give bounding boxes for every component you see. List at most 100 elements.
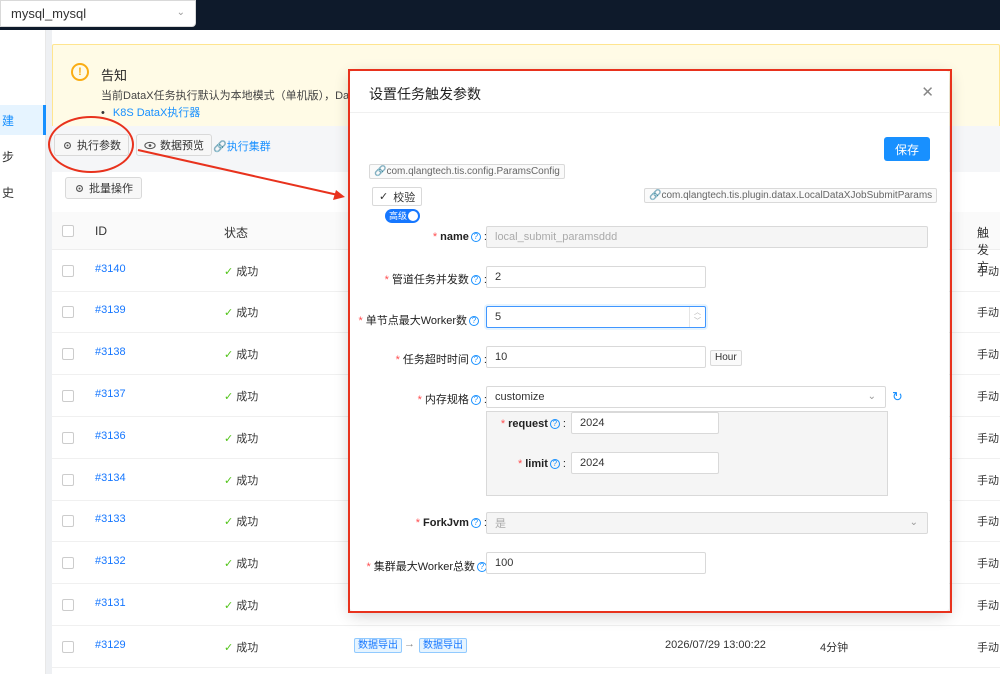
exec-cluster-link[interactable]: 🔗执行集群 [213, 138, 271, 154]
fork-jvm-select[interactable]: 是 ⌄ [486, 512, 928, 534]
help-icon: ? [549, 459, 560, 469]
notice-title: 告知 [101, 68, 128, 83]
chevron-down-icon: ⌄ [867, 391, 876, 402]
menu-item-sync[interactable]: 步 [0, 141, 46, 171]
row-checkbox[interactable] [62, 599, 74, 611]
advanced-toggle[interactable]: 高级 [385, 209, 420, 223]
warning-icon: ! [71, 63, 89, 81]
row-duration: 4分钟 [820, 642, 849, 654]
save-button[interactable]: 保存 [884, 137, 930, 161]
col-id: ID [95, 224, 107, 238]
select-all-checkbox[interactable] [62, 225, 74, 237]
task-timeout-input[interactable]: 10 [486, 346, 706, 368]
row-id-link[interactable]: #3132 [95, 555, 126, 567]
check-icon: ✓ [224, 433, 234, 445]
name-label: * name? : [432, 231, 487, 243]
limit-input[interactable]: 2024 [571, 452, 719, 474]
dialog-title: 设置任务触发参数 [369, 86, 481, 102]
row-status: ✓ 成功 [224, 266, 259, 278]
row-status: ✓ 成功 [224, 516, 259, 528]
help-icon: ? [470, 518, 481, 528]
name-input[interactable]: local_submit_paramsddd [486, 226, 928, 248]
notice-text: 当前DataX任务执行默认为本地模式（单机版），DataX [101, 90, 366, 102]
row-checkbox[interactable] [62, 474, 74, 486]
row-status: ✓ 成功 [224, 433, 259, 445]
pipeline-concurrency-input[interactable]: 2 [486, 266, 706, 288]
row-id-link[interactable]: #3139 [95, 304, 126, 316]
row-checkbox[interactable] [62, 306, 74, 318]
datasource-select[interactable]: mysql_mysql ⌄ [0, 0, 196, 27]
row-id-link[interactable]: #3136 [95, 430, 126, 442]
close-icon[interactable]: ✕ [921, 83, 934, 101]
verify-button[interactable]: ✓ 校验 [372, 187, 423, 206]
help-icon: ? [469, 316, 479, 326]
table-row[interactable]: #3129 ✓ 成功 数据导出 → 数据导出 2026/07/29 13:00:2… [52, 627, 1000, 668]
gear-icon [76, 184, 83, 192]
row-checkbox[interactable] [62, 515, 74, 527]
k8s-executor-link[interactable]: K8S DataX执行器 [101, 104, 200, 120]
row-checkbox[interactable] [62, 641, 74, 653]
batch-ops-button[interactable]: 批量操作 [65, 177, 142, 199]
row-status: ✓ 成功 [224, 558, 259, 570]
chevron-down-icon: ﹀ [694, 318, 701, 325]
row-trigger: 手动 [977, 349, 999, 361]
row-id-link[interactable]: #3140 [95, 263, 126, 275]
row-checkbox[interactable] [62, 348, 74, 360]
check-icon: ✓ [224, 516, 234, 528]
menu-item-history[interactable]: 史 [0, 177, 46, 207]
refresh-icon[interactable]: ↻ [892, 390, 906, 404]
task-timeout-label: * 任务超时时间? : [395, 354, 487, 366]
max-worker-node-input[interactable]: 5 ︿ ﹀ [486, 306, 706, 328]
memory-spec-select[interactable]: customize ⌄ [486, 386, 886, 408]
request-input[interactable]: 2024 [571, 412, 719, 434]
row-trigger: 手动 [977, 516, 999, 528]
row-checkbox[interactable] [62, 390, 74, 402]
memory-spec-label: * 内存规格? : [417, 394, 487, 406]
datasource-select-value: mysql_mysql [11, 6, 87, 21]
left-menu: 建 步 史 [0, 30, 46, 674]
row-trigger: 手动 [977, 642, 999, 654]
job-plugin-link[interactable]: 🔗com.qlangtech.tis.plugin.datax.LocalDat… [644, 188, 938, 203]
row-trigger: 手动 [977, 307, 999, 319]
row-id-link[interactable]: #3138 [95, 346, 126, 358]
row-status: ✓ 成功 [224, 349, 259, 361]
help-icon: ? [470, 275, 481, 285]
row-trigger: 手动 [977, 391, 999, 403]
exec-params-button[interactable]: 执行参数 [54, 134, 129, 156]
limit-label: * limit? : [517, 458, 566, 470]
source-tag: 数据导出 [354, 638, 402, 653]
check-icon: ✓ [379, 191, 389, 203]
row-status: ✓ 成功 [224, 475, 259, 487]
row-checkbox[interactable] [62, 432, 74, 444]
row-id-link[interactable]: #3134 [95, 472, 126, 484]
row-status: ✓ 成功 [224, 600, 259, 612]
chevron-down-icon: ⌄ [176, 7, 185, 18]
timeout-unit: Hour [710, 350, 742, 366]
check-icon: ✓ [224, 475, 234, 487]
row-trigger: 手动 [977, 433, 999, 445]
menu-item-build[interactable]: 建 [0, 105, 46, 135]
row-status: ✓ 成功 [224, 642, 259, 654]
row-trigger: 手动 [977, 600, 999, 612]
link-icon: 🔗 [213, 141, 227, 153]
check-icon: ✓ [224, 349, 234, 361]
row-checkbox[interactable] [62, 265, 74, 277]
row-checkbox[interactable] [62, 557, 74, 569]
col-status: 状态 [224, 226, 249, 240]
check-icon: ✓ [224, 391, 234, 403]
chevron-up-icon: ︿ [694, 309, 701, 316]
row-id-link[interactable]: #3133 [95, 513, 126, 525]
row-status: ✓ 成功 [224, 307, 259, 319]
data-preview-button[interactable]: 数据预览 [136, 134, 212, 156]
row-id-link[interactable]: #3129 [95, 639, 126, 651]
params-plugin-link[interactable]: 🔗com.qlangtech.tis.config.ParamsConfig [369, 164, 565, 179]
row-id-link[interactable]: #3137 [95, 388, 126, 400]
pipeline-concurrency-label: * 管道任务并发数? : [384, 274, 487, 286]
row-trigger: 手动 [977, 266, 999, 278]
cluster-max-worker-label: * 集群最大Worker总数? [366, 558, 487, 574]
target-tag: 数据导出 [419, 638, 467, 653]
link-icon: 🔗 [649, 190, 662, 201]
number-stepper[interactable]: ︿ ﹀ [689, 307, 705, 327]
row-id-link[interactable]: #3131 [95, 597, 126, 609]
cluster-max-worker-input[interactable]: 100 [486, 552, 706, 574]
